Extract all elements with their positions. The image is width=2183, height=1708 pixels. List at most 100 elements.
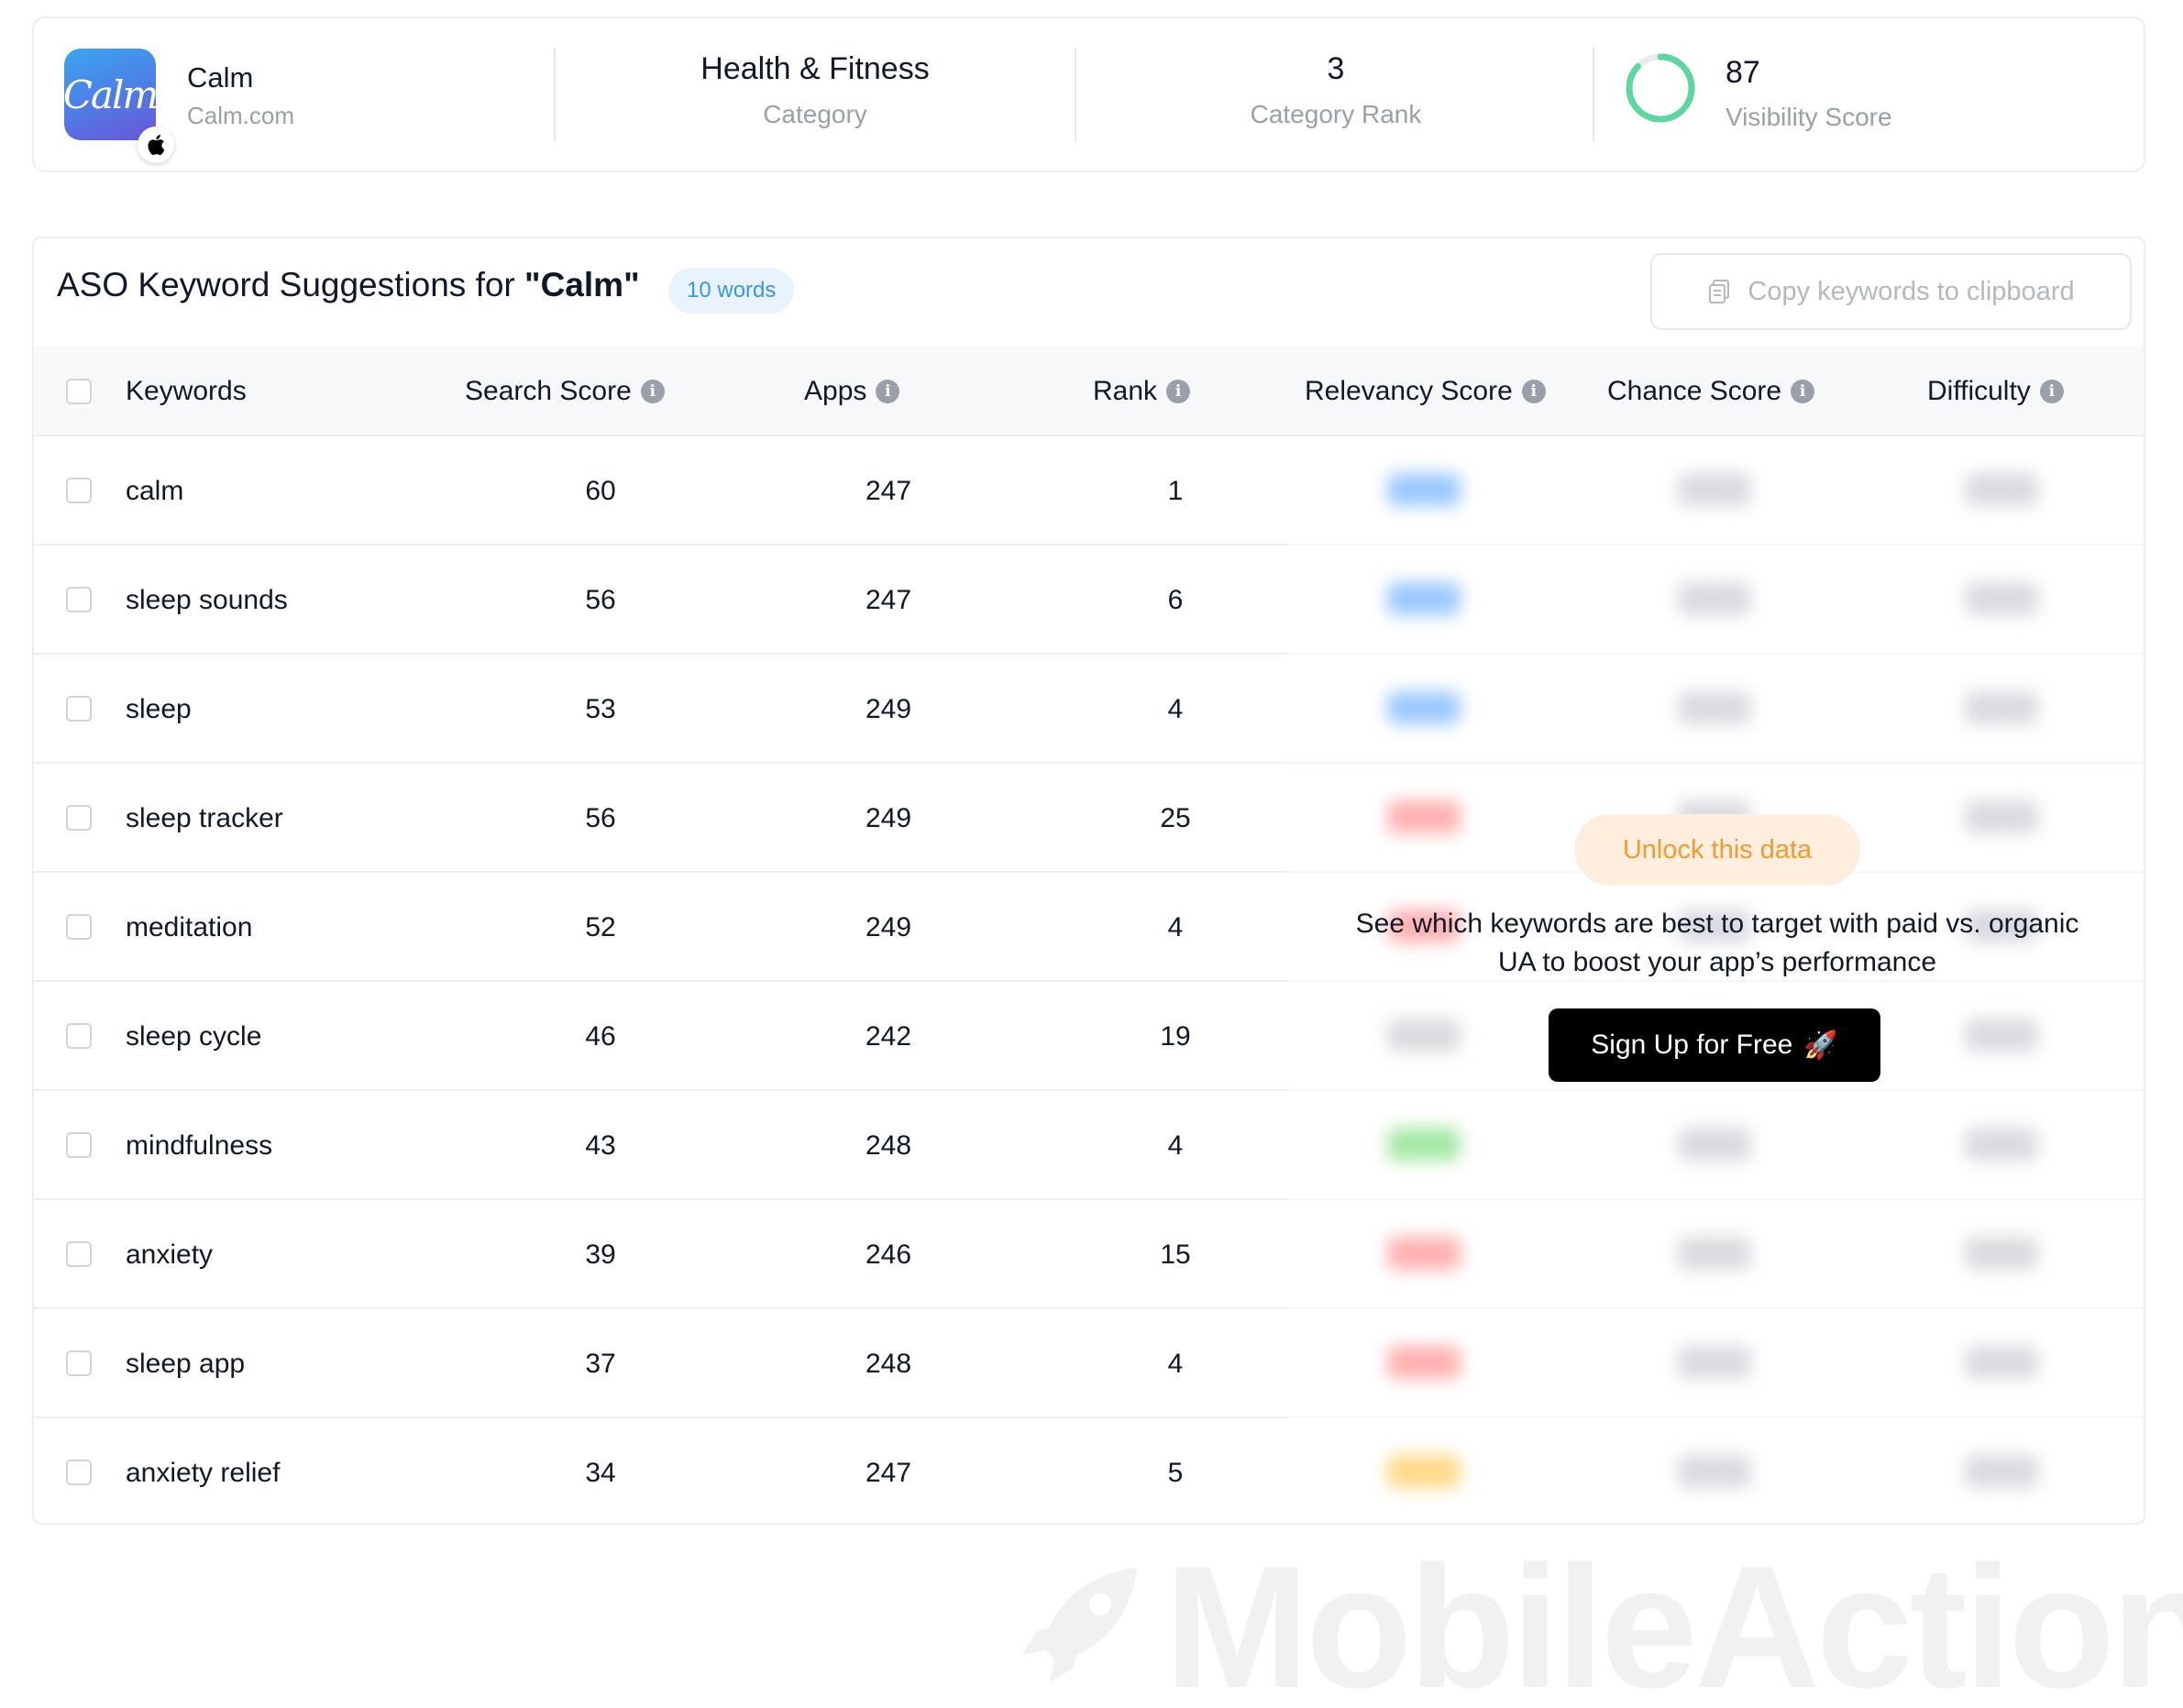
info-icon[interactable]: i: [876, 380, 900, 403]
info-icon[interactable]: i: [640, 380, 665, 403]
table-row[interactable]: anxiety 39 246 15: [34, 1200, 2144, 1309]
info-icon[interactable]: i: [1521, 380, 1546, 403]
table-row[interactable]: sleep 53 249 4: [34, 655, 2144, 764]
row-checkbox[interactable]: [66, 478, 92, 503]
category-rank-label: Category Rank: [1250, 100, 1422, 128]
relevancy-score-blurred: [1387, 473, 1461, 506]
search-score-cell: 52: [585, 911, 616, 942]
search-score-cell: 53: [585, 693, 616, 724]
column-rank[interactable]: Rank i: [1093, 347, 1191, 436]
table-row[interactable]: anxiety relief 34 247 5: [34, 1418, 2144, 1523]
keyword-cell: mindfulness: [126, 1129, 273, 1161]
title-prefix: ASO Keyword Suggestions for: [57, 266, 525, 303]
sign-up-button[interactable]: Sign Up for Free 🚀: [1549, 1008, 1880, 1082]
rank-cell: 4: [1167, 1348, 1184, 1379]
visibility-score-ring: [1626, 53, 1695, 123]
category-rank-stat: 3 Category Rank: [1107, 51, 1565, 129]
chance-score-blurred: [1678, 1128, 1751, 1161]
rank-cell: 4: [1167, 911, 1184, 942]
search-score-cell: 34: [585, 1457, 616, 1488]
relevancy-score-blurred: [1387, 800, 1461, 833]
search-score-cell: 43: [585, 1129, 616, 1161]
copy-icon: [1709, 280, 1730, 303]
apps-cell: 248: [865, 1348, 912, 1379]
apps-cell: 247: [865, 475, 912, 506]
category-value: Health & Fitness: [700, 51, 930, 86]
keyword-cell: calm: [126, 475, 184, 506]
card-header: ASO Keyword Suggestions for "Calm" 10 wo…: [34, 238, 2144, 347]
sign-up-label: Sign Up for Free: [1591, 1030, 1793, 1060]
table-row[interactable]: mindfulness 43 248 4: [34, 1091, 2144, 1200]
column-search-score-label: Search Score: [465, 376, 632, 406]
search-score-cell: 60: [585, 475, 616, 506]
table-row[interactable]: sleep app 37 248 4: [34, 1309, 2144, 1418]
chance-score-blurred: [1678, 1237, 1751, 1270]
keyword-cell: anxiety: [126, 1239, 214, 1270]
info-icon[interactable]: i: [1791, 380, 1815, 403]
relevancy-score-blurred: [1387, 1019, 1461, 1052]
keyword-cell: sleep cycle: [126, 1020, 262, 1052]
column-apps-label: Apps: [804, 376, 867, 406]
keyword-cell: anxiety relief: [126, 1457, 281, 1488]
search-score-cell: 56: [585, 584, 616, 615]
chance-score-blurred: [1678, 1455, 1751, 1488]
row-checkbox[interactable]: [66, 914, 92, 940]
select-all-checkbox[interactable]: [66, 379, 92, 404]
copy-keywords-button[interactable]: Copy keywords to clipboard: [1650, 253, 2132, 330]
row-checkbox[interactable]: [66, 1460, 92, 1485]
app-icon[interactable]: Calm: [63, 49, 159, 140]
visibility-score-label: Visibility Score: [1725, 103, 1892, 131]
keyword-cell: meditation: [126, 911, 253, 942]
info-icon[interactable]: i: [2039, 380, 2064, 403]
difficulty-blurred: [1965, 473, 2038, 506]
app-summary-card: Calm Calm Calm.com Health & Fitness Cate…: [32, 17, 2145, 172]
info-icon[interactable]: i: [1166, 380, 1191, 403]
keyword-cell: sleep sounds: [126, 584, 288, 615]
column-difficulty[interactable]: Difficulty i: [1927, 347, 2064, 436]
rocket-icon: 🚀: [1803, 1030, 1838, 1061]
copy-keywords-label: Copy keywords to clipboard: [1748, 276, 2075, 306]
difficulty-blurred: [1965, 1019, 2038, 1052]
rank-cell: 19: [1160, 1020, 1191, 1052]
apps-cell: 242: [865, 1020, 912, 1052]
difficulty-blurred: [1965, 1346, 2038, 1379]
row-checkbox[interactable]: [66, 696, 92, 722]
row-checkbox[interactable]: [66, 1350, 92, 1376]
column-rank-label: Rank: [1093, 376, 1158, 406]
difficulty-blurred: [1965, 582, 2038, 615]
difficulty-blurred: [1965, 1237, 2038, 1270]
row-checkbox[interactable]: [66, 1241, 92, 1267]
relevancy-score-blurred: [1387, 582, 1461, 615]
column-relevancy-score[interactable]: Relevancy Score i: [1305, 347, 1546, 436]
table-row[interactable]: sleep sounds 56 247 6: [34, 545, 2144, 655]
category-stat: Health & Fitness Category: [586, 51, 1044, 129]
column-keywords-label: Keywords: [126, 376, 247, 406]
rank-cell: 25: [1160, 802, 1191, 833]
category-rank-value: 3: [1327, 51, 1345, 86]
apps-cell: 249: [865, 693, 912, 724]
keyword-cell: sleep: [126, 693, 192, 724]
column-apps[interactable]: Apps i: [804, 347, 900, 436]
divider: [1075, 48, 1076, 141]
row-checkbox[interactable]: [66, 587, 92, 612]
card-title: ASO Keyword Suggestions for "Calm": [57, 266, 640, 304]
word-count-badge: 10 words: [668, 268, 795, 314]
difficulty-blurred: [1965, 1455, 2038, 1488]
row-checkbox[interactable]: [66, 1023, 92, 1049]
unlock-description: See which keywords are best to target wi…: [1355, 909, 2079, 977]
row-checkbox[interactable]: [66, 1132, 92, 1158]
relevancy-score-blurred: [1387, 1128, 1461, 1161]
apps-cell: 246: [865, 1239, 912, 1270]
search-score-cell: 37: [585, 1348, 616, 1379]
column-keywords[interactable]: Keywords: [126, 347, 247, 436]
category-label: Category: [763, 100, 867, 128]
keyword-cell: sleep tracker: [126, 802, 283, 833]
divider: [1593, 48, 1594, 141]
difficulty-blurred: [1965, 800, 2038, 833]
column-relevancy-score-label: Relevancy Score: [1305, 376, 1513, 406]
table-row[interactable]: calm 60 247 1: [34, 436, 2144, 545]
app-name: Calm: [187, 61, 254, 94]
row-checkbox[interactable]: [66, 805, 92, 831]
column-search-score[interactable]: Search Score i: [465, 347, 665, 436]
column-chance-score[interactable]: Chance Score i: [1607, 347, 1815, 436]
